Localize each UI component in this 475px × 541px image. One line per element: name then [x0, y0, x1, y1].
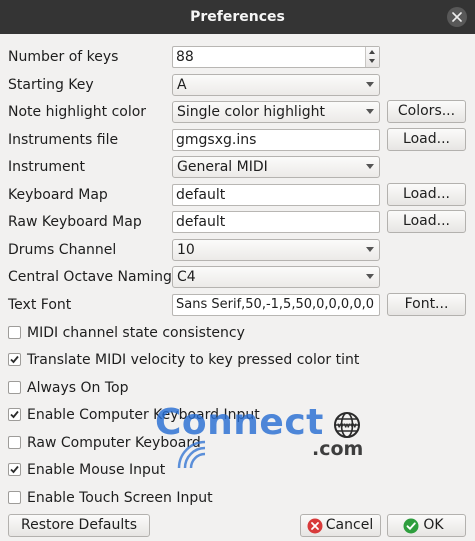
- text-font-label: Text Font: [8, 297, 72, 313]
- checkbox-label: Always On Top: [27, 380, 129, 396]
- spin-up-icon[interactable]: [369, 50, 375, 54]
- checkbox-label: Translate MIDI velocity to key pressed c…: [27, 352, 360, 368]
- instrument-combo[interactable]: General MIDI: [172, 156, 380, 178]
- checkbox-box[interactable]: [8, 463, 21, 476]
- drums-channel-value: 10: [177, 242, 195, 258]
- checkbox-box[interactable]: [8, 381, 21, 394]
- drums-channel-label: Drums Channel: [8, 242, 117, 258]
- close-icon: [452, 12, 462, 22]
- font-button[interactable]: Font...: [387, 293, 466, 316]
- title-bar: Preferences: [0, 0, 475, 34]
- keyboard-map-input[interactable]: default: [172, 184, 380, 206]
- checkbox-box[interactable]: [8, 436, 21, 449]
- text-font-input[interactable]: Sans Serif,50,-1,5,50,0,0,0,0,0: [172, 294, 380, 316]
- starting-key-combo[interactable]: A: [172, 74, 380, 96]
- number-of-keys-value: 88: [176, 49, 194, 65]
- instruments-file-input[interactable]: gmgsxg.ins: [172, 129, 380, 151]
- instrument-value: General MIDI: [177, 159, 268, 175]
- raw-keyboard-map-input[interactable]: default: [172, 211, 380, 233]
- spin-buttons[interactable]: [365, 47, 379, 67]
- checkbox-box[interactable]: [8, 353, 21, 366]
- dropdown-arrow-icon: [366, 164, 374, 169]
- dropdown-arrow-icon: [366, 247, 374, 252]
- raw-keyboard-map-load-button[interactable]: Load...: [387, 210, 466, 233]
- checkmark-icon: [10, 355, 19, 364]
- checkbox-label: Enable Computer Keyboard Input: [27, 407, 260, 423]
- close-button[interactable]: [447, 7, 467, 27]
- starting-key-value: A: [177, 77, 187, 93]
- spin-down-icon[interactable]: [369, 59, 375, 63]
- checkbox-label: Raw Computer Keyboard: [27, 435, 201, 451]
- instruments-file-label: Instruments file: [8, 132, 119, 148]
- dropdown-arrow-icon: [366, 109, 374, 114]
- central-octave-naming-combo[interactable]: C4: [172, 266, 380, 288]
- checkbox-box[interactable]: [8, 408, 21, 421]
- keyboard-map-label: Keyboard Map: [8, 187, 108, 203]
- checkbox-box[interactable]: [8, 491, 21, 504]
- checkmark-icon: [10, 410, 19, 419]
- number-of-keys-label: Number of keys: [8, 49, 119, 65]
- dropdown-arrow-icon: [366, 274, 374, 279]
- ok-icon: [403, 518, 419, 534]
- instrument-label: Instrument: [8, 159, 86, 175]
- window-title: Preferences: [190, 9, 285, 25]
- checkbox-box[interactable]: [8, 326, 21, 339]
- note-highlight-color-value: Single color highlight: [177, 104, 325, 120]
- cancel-button[interactable]: Cancel: [300, 514, 381, 537]
- cancel-icon: [307, 518, 323, 534]
- drums-channel-combo[interactable]: 10: [172, 239, 380, 261]
- cancel-label: Cancel: [325, 517, 374, 533]
- note-highlight-color-combo[interactable]: Single color highlight: [172, 101, 380, 123]
- preferences-dialog-body: Number of keys 88 Starting Key A Note hi…: [0, 34, 475, 541]
- raw-keyboard-map-label: Raw Keyboard Map: [8, 214, 142, 230]
- instruments-file-load-button[interactable]: Load...: [387, 128, 466, 151]
- central-octave-naming-value: C4: [177, 269, 196, 285]
- dropdown-arrow-icon: [366, 82, 374, 87]
- checkmark-icon: [10, 465, 19, 474]
- keyboard-map-load-button[interactable]: Load...: [387, 183, 466, 206]
- number-of-keys-spinbox[interactable]: 88: [172, 46, 380, 68]
- ok-button[interactable]: OK: [387, 514, 466, 537]
- ok-label: OK: [423, 517, 444, 533]
- restore-defaults-button[interactable]: Restore Defaults: [8, 514, 150, 537]
- checkbox-label: MIDI channel state consistency: [27, 325, 245, 341]
- note-highlight-color-label: Note highlight color: [8, 104, 147, 120]
- checkbox-label: Enable Touch Screen Input: [27, 490, 213, 506]
- starting-key-label: Starting Key: [8, 77, 94, 93]
- checkbox-label: Enable Mouse Input: [27, 462, 166, 478]
- central-octave-naming-label: Central Octave Naming: [8, 269, 172, 285]
- colors-button[interactable]: Colors...: [387, 100, 466, 123]
